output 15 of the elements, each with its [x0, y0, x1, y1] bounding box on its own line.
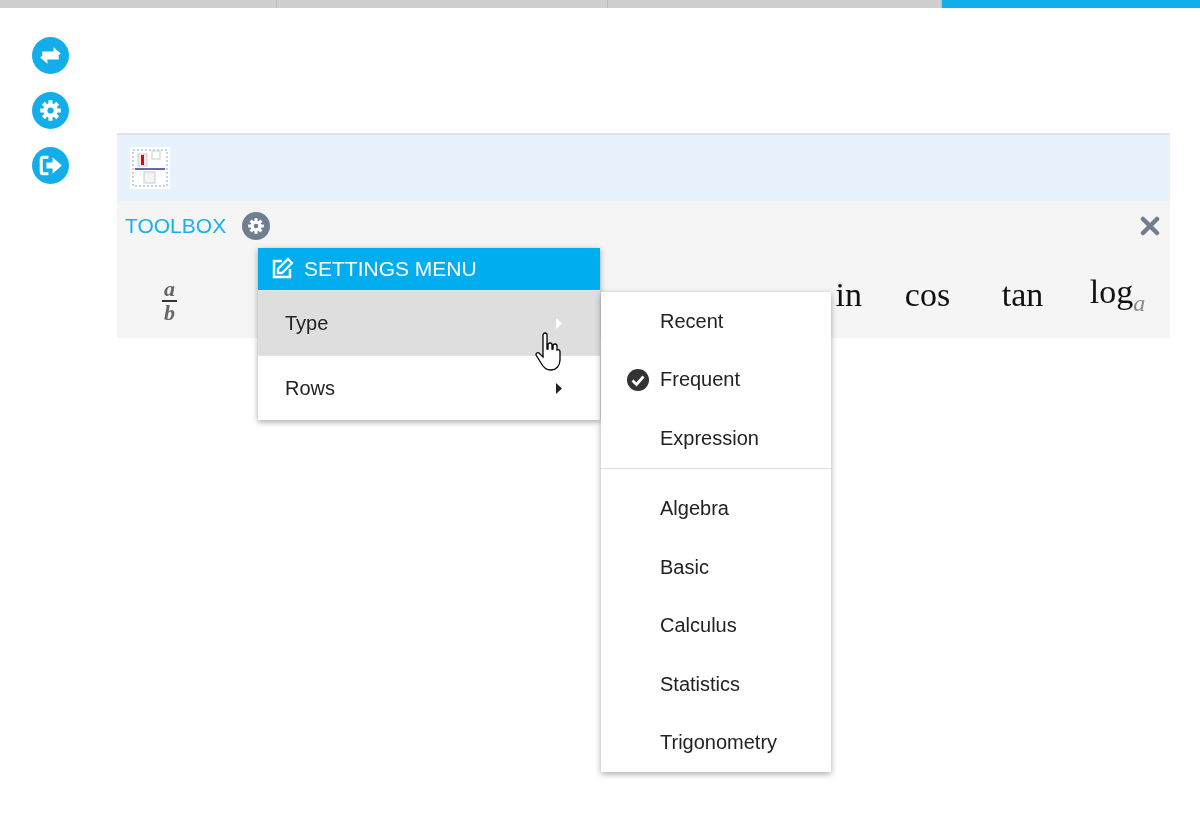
function-symbol[interactable]: in	[835, 275, 862, 313]
submenu-item[interactable]: Calculus	[601, 596, 831, 655]
submenu-item[interactable]: Expression	[601, 409, 831, 468]
function-symbol[interactable]: tan	[1001, 275, 1044, 313]
submenu-item[interactable]: Trigonometry	[601, 713, 831, 772]
submenu-item[interactable]: Frequent	[601, 350, 831, 409]
submenu-item[interactable]: Statistics	[601, 655, 831, 714]
menu-item[interactable]: Type	[258, 290, 600, 355]
function-symbol[interactable]: cos	[904, 275, 951, 313]
submenu-item[interactable]: Recent	[601, 292, 831, 351]
toolbox-title: TOOLBOX	[125, 214, 227, 238]
menu-title: SETTINGS MENU	[304, 257, 477, 281]
log-symbol[interactable]: log$_{a}$	[1070, 272, 1165, 317]
submenu-item[interactable]: Algebra	[601, 479, 831, 538]
submenu-item[interactable]: Basic	[601, 538, 831, 597]
